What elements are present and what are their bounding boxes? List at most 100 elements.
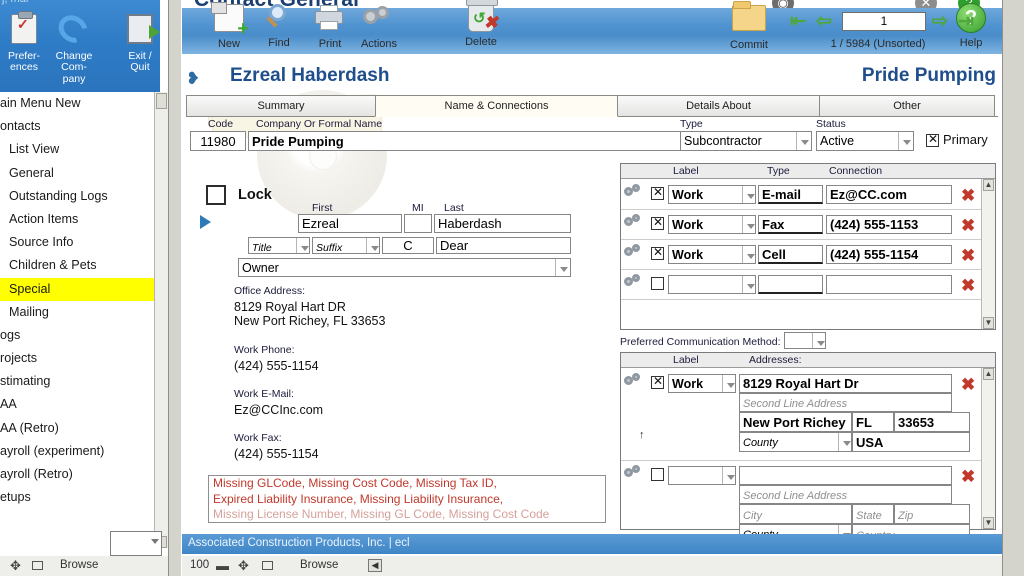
sidebar-scrollbar[interactable] [154,92,168,548]
address-label-select[interactable]: Work [668,374,736,393]
sidebar-item-etups[interactable]: etups [0,486,159,509]
connection-row[interactable]: WorkCell(424) 555-1154 ✖ [621,240,995,270]
suffix-select[interactable]: Suffix [312,237,380,254]
address-enabled-checkbox[interactable] [651,468,664,481]
tab-summary[interactable]: Summary [186,95,376,117]
sidebar-item-ayroll-retro[interactable]: ayroll (Retro) [0,463,159,486]
sidebar-item-action-items[interactable]: Action Items [0,208,159,231]
layout-toggle-icon[interactable] [262,561,273,570]
sidebar-item-mailing[interactable]: Mailing [0,301,159,324]
connection-value-input[interactable] [826,275,952,294]
addresses-scroll-down-arrow[interactable]: ▼ [983,517,994,529]
chevron-down-icon[interactable]: ❥ [186,69,200,89]
status-select-arrow[interactable] [898,132,913,150]
connection-label-arrow[interactable] [742,216,755,233]
first-name-input[interactable]: Ezreal [298,214,402,233]
sidebar-item-special[interactable]: Special [0,277,159,301]
expand-arrow-icon[interactable] [200,215,211,229]
sidebar-item-general[interactable]: General [0,162,159,185]
first-record-icon[interactable]: ⇤ [790,12,806,31]
address-label-select[interactable] [668,466,736,485]
connection-row[interactable]: WorkE-mailEz@CC.com ✖ [621,180,995,210]
address-row[interactable]: Work8129 Royal Hart DrSecond Line Addres… [621,369,995,461]
street-address-input[interactable]: 8129 Royal Hart Dr [739,374,952,393]
address-enabled-checkbox[interactable] [651,374,664,389]
connection-label-arrow[interactable] [742,276,755,293]
delete-connection-icon[interactable]: ✖ [961,247,975,264]
primary-checkbox[interactable] [926,132,939,147]
sidebar-item-children-pets[interactable]: Children & Pets [0,254,159,277]
addresses-scrollbar[interactable]: ▲ ▼ [981,368,995,529]
connection-row[interactable]: ✖ [621,270,995,300]
tab-name-connections[interactable]: Name & Connections [375,95,618,117]
change-company-button[interactable]: Change Com- pany [48,9,100,85]
connection-row[interactable]: WorkFax(424) 555-1153 ✖ [621,210,995,240]
connections-scroll-down-arrow[interactable]: ▼ [983,317,994,329]
sidebar-scrollbar-thumb[interactable] [156,93,167,109]
sidebar-item-ain-menu-new[interactable]: ain Menu New [0,92,159,115]
address-label-arrow[interactable] [722,467,735,484]
zoom-in-icon[interactable]: ✥ [238,558,249,574]
connection-label-select[interactable] [668,275,756,294]
layout-view-icon[interactable] [32,561,43,570]
state-input[interactable]: FL [852,412,894,432]
street-address-input[interactable] [739,466,952,485]
addresses-scroll-up-arrow[interactable]: ▲ [983,368,994,380]
connection-type-input[interactable]: Cell [758,245,823,264]
zip-input[interactable]: 33653 [894,412,970,432]
tab-other[interactable]: Other [819,95,995,117]
address-label-arrow[interactable] [722,375,735,392]
state-input[interactable]: State [852,504,894,524]
sidebar-item-aa[interactable]: AA [0,393,159,416]
mi-input[interactable] [404,214,432,233]
sidebar-item-outstanding-logs[interactable]: Outstanding Logs [0,185,159,208]
preferred-communication-arrow[interactable] [812,333,825,348]
connection-type-input[interactable]: E-mail [758,185,823,204]
connection-enabled-checkbox[interactable] [651,185,664,200]
toolbar-button-actions[interactable]: Actions [348,2,410,50]
second-line-address-input[interactable]: Second Line Address [739,485,952,504]
status-select[interactable]: Active [816,131,914,151]
connection-value-input[interactable]: Ez@CC.com [826,185,952,204]
city-input[interactable]: City [739,504,852,524]
tab-details-about[interactable]: Details About [617,95,820,117]
title-select-arrow[interactable] [296,238,309,253]
type-select[interactable]: Subcontractor [680,131,812,151]
delete-address-icon[interactable]: ✖ [961,468,975,485]
zoom-level[interactable]: 100 [190,559,209,571]
status-left-arrow-icon[interactable]: ◀ [368,559,382,572]
sidebar-item-rojects[interactable]: rojects [0,347,159,370]
gears-icon[interactable] [624,184,646,200]
sidebar-item-ayroll-experiment[interactable]: ayroll (experiment) [0,440,159,463]
connection-enabled-checkbox[interactable] [651,277,664,290]
suffix-select-arrow[interactable] [366,238,379,253]
role-select[interactable]: Owner [238,258,571,277]
connection-label-arrow[interactable] [742,186,755,203]
sidebar-item-source-info[interactable]: Source Info [0,231,159,254]
zoom-out-icon[interactable]: ▬ [216,558,229,573]
connection-type-input[interactable] [758,275,823,294]
county-select[interactable]: County [739,432,852,452]
exit-quit-button[interactable]: Exit / Quit [118,14,160,74]
preferred-communication-select[interactable] [784,332,826,349]
sidebar-item-ontacts[interactable]: ontacts [0,115,159,138]
add-record-icon[interactable]: ✥ [10,558,21,574]
connection-type-input[interactable]: Fax [758,215,823,234]
city-input[interactable]: New Port Richey [739,412,852,432]
gears-icon[interactable] [624,465,646,481]
middle-initial-input[interactable]: C [382,237,434,254]
sidebar-bottom-dropdown[interactable] [110,531,162,556]
gears-icon[interactable] [624,244,646,260]
zip-input[interactable]: Zip [894,504,970,524]
previous-record-icon[interactable]: ⇦ [816,12,832,31]
title-select[interactable]: Title [248,237,310,254]
connection-label-select[interactable]: Work [668,185,756,204]
connection-enabled-checkbox[interactable] [651,245,664,260]
delete-connection-icon[interactable]: ✖ [961,277,975,294]
lock-checkbox[interactable] [206,185,226,205]
connection-value-input[interactable]: (424) 555-1153 [826,215,952,234]
last-name-input[interactable]: Haberdash [434,214,571,233]
last-record-icon[interactable]: ⇥ [958,12,974,31]
gears-icon[interactable] [624,214,646,230]
toolbar-button-delete[interactable]: ↺ ✖ Delete [450,0,512,48]
